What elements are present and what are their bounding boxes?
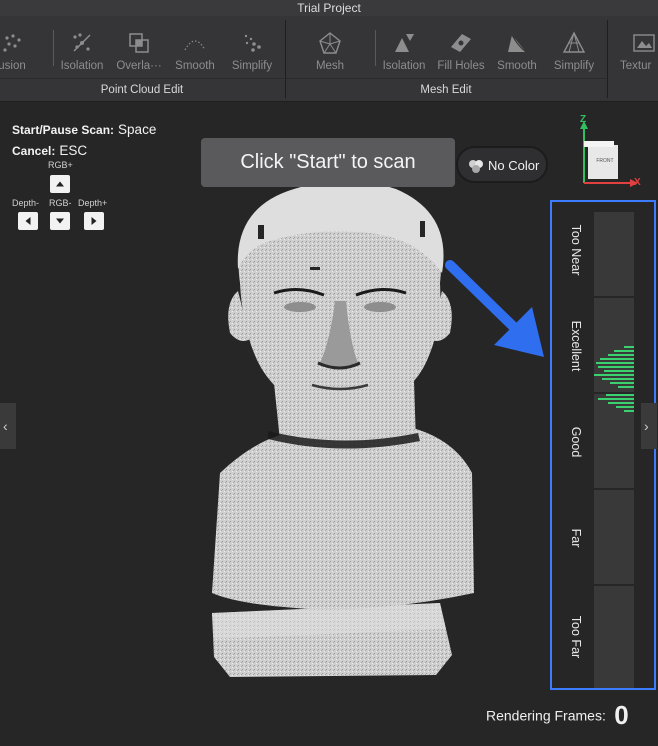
gauge-zone-too-near: Too Near bbox=[552, 202, 654, 298]
tool-label: Simplify bbox=[553, 60, 595, 72]
simplify-icon bbox=[244, 34, 261, 52]
group-label: Mesh Edit bbox=[420, 84, 472, 96]
rendering-frames-counter: Rendering Frames: 0 bbox=[486, 700, 629, 731]
mesh-smooth-button[interactable]: Smooth bbox=[489, 26, 545, 78]
window-title: Trial Project bbox=[0, 0, 658, 16]
rgb-plus-button[interactable] bbox=[50, 175, 70, 193]
gauge-zone-good: Good bbox=[552, 394, 654, 490]
arrow-right-icon bbox=[91, 217, 97, 225]
overlap-button[interactable]: Overla··· bbox=[111, 26, 167, 78]
depth-plus-button[interactable] bbox=[84, 212, 104, 230]
gauge-zone-excellent: Excellent bbox=[552, 298, 654, 394]
group-divider bbox=[0, 78, 284, 79]
rgb-minus-label: RGB- bbox=[49, 198, 72, 208]
chevron-right-icon: › bbox=[644, 418, 649, 434]
depth-histogram bbox=[598, 394, 634, 412]
no-color-label: No Color bbox=[488, 158, 540, 173]
tool-label: Fill Holes bbox=[437, 60, 485, 72]
annotation-arrow-icon bbox=[445, 260, 544, 357]
depth-plus-label: Depth+ bbox=[78, 198, 108, 208]
depth-minus-button[interactable] bbox=[18, 212, 38, 230]
rgb-minus-button[interactable] bbox=[50, 212, 70, 230]
gauge-zone-far: Far bbox=[552, 490, 654, 586]
scan-viewport[interactable]: Start/Pause Scan: Space Cancel: ESC RGB+ D… bbox=[0, 103, 658, 746]
tool-label: Isolation bbox=[382, 60, 426, 72]
axis-z-label: Z bbox=[580, 114, 587, 125]
smooth-icon bbox=[184, 40, 206, 51]
cancel-shortcut-label: Cancel: bbox=[12, 144, 56, 158]
cancel-shortcut-key: ESC bbox=[59, 143, 88, 158]
gauge-bar bbox=[594, 212, 634, 296]
rendering-frames-label: Rendering Frames: bbox=[486, 707, 606, 724]
rgb-plus-label: RGB+ bbox=[48, 160, 73, 170]
right-panel-toggle[interactable]: › bbox=[641, 403, 657, 449]
isolation-icon bbox=[73, 33, 91, 52]
tool-label: Simplify bbox=[231, 60, 273, 72]
tool-label: Mesh bbox=[315, 60, 345, 72]
rgb-depth-keypad: RGB+ Depth- RGB- Depth+ bbox=[12, 160, 120, 240]
gauge-zone-label: Too Far bbox=[569, 615, 583, 659]
fusion-icon bbox=[3, 34, 21, 52]
gauge-zone-label: Too Near bbox=[569, 224, 583, 276]
scan-shortcut-key: Space bbox=[118, 122, 157, 137]
fill-holes-button[interactable]: Fill Holes bbox=[433, 26, 489, 78]
smooth-button[interactable]: Smooth bbox=[167, 26, 223, 78]
axis-x-label: X bbox=[634, 177, 641, 188]
arrow-down-icon bbox=[56, 218, 64, 224]
mesh-simplify-button[interactable]: Simplify bbox=[546, 26, 602, 78]
scan-hint-toast: Click "Start" to scan bbox=[201, 138, 455, 187]
tool-label: Isolation bbox=[60, 60, 104, 72]
gauge-bar bbox=[594, 586, 634, 688]
mesh-simplify-icon bbox=[562, 31, 586, 53]
overlap-icon bbox=[129, 33, 149, 53]
rendering-frames-value: 0 bbox=[614, 700, 629, 730]
group-divider bbox=[286, 78, 606, 79]
texture-icon bbox=[633, 34, 655, 52]
gauge-bar bbox=[594, 394, 634, 488]
color-palette-icon bbox=[469, 160, 483, 173]
left-panel-toggle[interactable]: ‹ bbox=[0, 403, 16, 449]
depth-histogram bbox=[594, 346, 634, 388]
scan-shortcut-label: Start/Pause Scan: bbox=[12, 123, 115, 137]
gauge-bar bbox=[594, 298, 634, 392]
tool-label: Smooth bbox=[497, 60, 537, 72]
mesh-smooth-icon bbox=[508, 34, 527, 53]
gauge-zone-too-far: Too Far bbox=[552, 586, 654, 688]
fill-holes-icon bbox=[451, 34, 471, 52]
tool-label: usion bbox=[0, 60, 26, 72]
fusion-button[interactable]: usion bbox=[0, 26, 40, 78]
view-orientation-gizmo[interactable]: Z X FRONT bbox=[570, 113, 650, 193]
arrow-left-icon bbox=[25, 217, 31, 225]
isolation-button[interactable]: Isolation bbox=[54, 26, 110, 78]
texture-group: Textur bbox=[608, 22, 658, 100]
arrow-up-icon bbox=[56, 181, 64, 187]
depth-minus-label: Depth- bbox=[12, 198, 40, 208]
tool-label: Smooth bbox=[175, 60, 215, 72]
view-cube-face-label: FRONT bbox=[596, 158, 614, 164]
tool-label: Textur bbox=[620, 60, 652, 72]
simplify-button[interactable]: Simplify bbox=[224, 26, 280, 78]
gauge-zone-label: Good bbox=[569, 426, 583, 458]
shortcut-hints: Start/Pause Scan: Space Cancel: ESC bbox=[12, 121, 156, 163]
toolbar: usion Isolation Overla··· Smooth Simplif… bbox=[0, 16, 658, 102]
mesh-isolation-button[interactable]: Isolation bbox=[376, 26, 432, 78]
mesh-icon bbox=[319, 32, 341, 54]
group-label: Point Cloud Edit bbox=[100, 84, 184, 96]
point-cloud-edit-group: usion Isolation Overla··· Smooth Simplif… bbox=[0, 22, 284, 100]
gauge-zone-label: Excellent bbox=[569, 320, 583, 372]
chevron-left-icon: ‹ bbox=[3, 418, 8, 434]
mesh-isolation-icon bbox=[395, 34, 414, 52]
tool-label: Overla··· bbox=[116, 60, 162, 72]
gauge-bar bbox=[594, 490, 634, 584]
mesh-button[interactable]: Mesh bbox=[302, 26, 358, 78]
mesh-edit-group: Mesh Isolation Fill Holes Smooth Simplif… bbox=[286, 22, 606, 100]
no-color-toggle[interactable]: No Color bbox=[456, 146, 548, 183]
gauge-zone-label: Far bbox=[569, 528, 583, 548]
texture-button[interactable]: Textur bbox=[616, 26, 658, 78]
